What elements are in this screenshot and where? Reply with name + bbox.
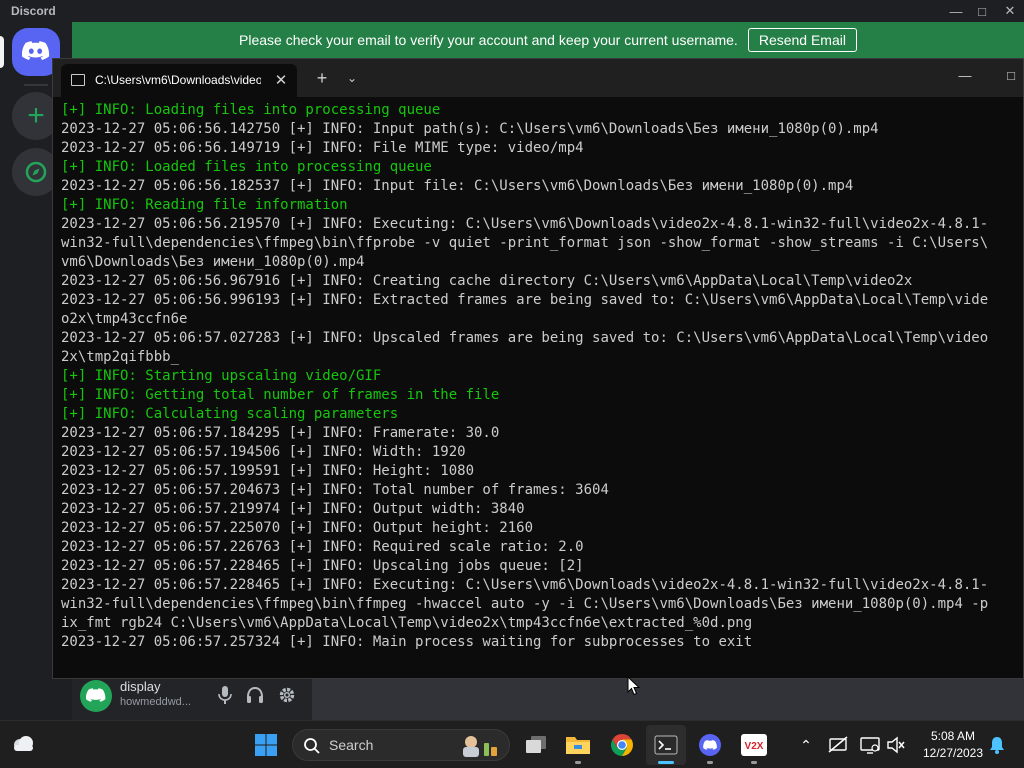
terminal-window: C:\Users\vm6\Downloads\video2x-4.8.1-win… [52, 58, 1024, 679]
terminal-maximize-button[interactable]: □ [997, 63, 1023, 87]
rail-separator [24, 84, 48, 86]
taskbar-search[interactable]: Search [292, 729, 510, 761]
video2x-icon: V2X [741, 734, 767, 756]
terminal-line: 2023-12-27 05:06:57.194506 [+] INFO: Wid… [61, 444, 466, 460]
terminal-line: 2023-12-27 05:06:57.199591 [+] INFO: Hei… [61, 463, 475, 479]
terminal-line: 2023-12-27 05:06:57.204673 [+] INFO: Tot… [61, 482, 609, 498]
terminal-line: 2023-12-27 05:06:57.226763 [+] INFO: Req… [61, 539, 584, 555]
clock-date[interactable]: 12/27/2023 [918, 746, 988, 760]
terminal-tab-bar: C:\Users\vm6\Downloads\video2x-4.8.1-win… [53, 59, 1023, 97]
terminal-line: 2023-12-27 05:06:57.225070 [+] INFO: Out… [61, 520, 534, 536]
chrome-button[interactable] [602, 725, 642, 765]
weather-cloud-icon[interactable] [10, 733, 36, 755]
terminal-line: 2023-12-27 05:06:56.149719 [+] INFO: Fil… [61, 140, 584, 156]
video2x-label: V2X [745, 741, 764, 752]
verify-email-banner: Please check your email to verify your a… [72, 22, 1024, 58]
user-panel: display howmeddwd... [72, 672, 312, 720]
terminal-line: [+] INFO: Starting upscaling video/GIF [61, 368, 382, 384]
folder-icon [566, 737, 590, 754]
new-tab-button[interactable]: + [311, 67, 333, 89]
terminal-line: 2023-12-27 05:06:56.967916 [+] INFO: Cre… [61, 273, 913, 289]
terminal-line: 2023-12-27 05:06:56.182537 [+] INFO: Inp… [61, 178, 854, 194]
terminal-line: o2x\tmp43ccfn6e [61, 311, 188, 327]
terminal-line: ix_fmt rgb24 C:\Users\vm6\AppData\Local\… [61, 615, 753, 631]
microphone-icon[interactable] [214, 684, 236, 706]
running-indicator [707, 761, 713, 764]
start-button[interactable] [246, 725, 286, 765]
notification-bell-icon[interactable] [986, 734, 1008, 756]
running-indicator [751, 761, 757, 764]
discord-taskbar-icon [699, 734, 721, 756]
terminal-line: win32-full\dependencies\ffmpeg\bin\ffpro… [61, 235, 989, 251]
headphones-icon[interactable] [244, 684, 266, 706]
avatar[interactable] [80, 680, 112, 712]
gear-icon[interactable] [276, 684, 298, 706]
terminal-app-button[interactable] [646, 725, 686, 765]
network-disconnected-icon[interactable] [828, 735, 848, 755]
terminal-line: [+] INFO: Reading file information [61, 197, 348, 213]
terminal-line: win32-full\dependencies\ffmpeg\bin\ffmpe… [61, 596, 989, 612]
task-view-icon [526, 736, 546, 753]
user-display-name[interactable]: display [120, 679, 160, 694]
mouse-pointer-icon [627, 676, 641, 696]
taskbar: Search V2X ⌃ 5:08 AM 12/27/2023 [0, 720, 1024, 768]
terminal-line: [+] INFO: Loading files into processing … [61, 102, 441, 118]
terminal-minimize-button[interactable]: — [951, 63, 979, 87]
terminal-line: 2023-12-27 05:06:56.996193 [+] INFO: Ext… [61, 292, 989, 308]
discord-title: Discord [11, 4, 56, 18]
terminal-line: [+] INFO: Getting total number of frames… [61, 387, 500, 403]
discord-titlebar: Discord — □ ✕ [0, 0, 1024, 22]
video2x-app-button[interactable]: V2X [734, 725, 774, 765]
discord-avatar-icon [86, 688, 106, 702]
windows-logo-icon [255, 734, 277, 756]
compass-icon [25, 161, 47, 183]
display-icon[interactable] [860, 735, 880, 755]
minimize-button[interactable]: — [942, 0, 970, 22]
chevron-down-icon[interactable]: ⌄ [341, 67, 363, 89]
task-view-button[interactable] [516, 725, 556, 765]
terminal-line: 2023-12-27 05:06:57.228465 [+] INFO: Exe… [61, 577, 989, 593]
chrome-icon [611, 734, 633, 756]
running-indicator [575, 761, 581, 764]
search-highlight-icon [463, 736, 497, 757]
terminal-line: 2023-12-27 05:06:57.257324 [+] INFO: Mai… [61, 634, 753, 650]
terminal-line: 2023-12-27 05:06:57.219974 [+] INFO: Out… [61, 501, 525, 517]
terminal-line: [+] INFO: Loaded files into processing q… [61, 159, 432, 175]
plus-icon: + [27, 99, 45, 132]
selected-pill [0, 36, 4, 68]
discord-app-button[interactable] [690, 725, 730, 765]
chevron-up-icon[interactable]: ⌃ [786, 725, 826, 765]
discord-logo-icon [22, 41, 50, 60]
search-label: Search [329, 737, 374, 753]
terminal-tab-icon [71, 74, 85, 86]
verify-message: Please check your email to verify your a… [239, 32, 738, 48]
close-tab-icon[interactable]: ✕ [271, 70, 291, 90]
terminal-line: 2x\tmp2qifbbb_ [61, 349, 180, 365]
file-explorer-button[interactable] [558, 725, 598, 765]
terminal-line: [+] INFO: Calculating scaling parameters [61, 406, 399, 422]
terminal-line: 2023-12-27 05:06:57.027283 [+] INFO: Ups… [61, 330, 989, 346]
user-status: howmeddwd... [120, 696, 191, 708]
close-button[interactable]: ✕ [996, 0, 1024, 22]
clock-time[interactable]: 5:08 AM [918, 729, 988, 743]
terminal-line: vm6\Downloads\Без имени_1080p(0).mp4 [61, 254, 365, 270]
terminal-icon [654, 735, 678, 755]
active-indicator [658, 761, 674, 764]
speaker-muted-icon[interactable] [886, 735, 906, 755]
terminal-output[interactable]: [+] INFO: Loading files into processing … [61, 101, 1023, 677]
terminal-tab-title: C:\Users\vm6\Downloads\video2x-4.8.1-win… [95, 73, 261, 87]
maximize-button[interactable]: □ [968, 0, 996, 22]
resend-email-button[interactable]: Resend Email [747, 28, 857, 52]
terminal-line: 2023-12-27 05:06:56.219570 [+] INFO: Exe… [61, 216, 989, 232]
terminal-line: 2023-12-27 05:06:57.228465 [+] INFO: Ups… [61, 558, 584, 574]
terminal-line: 2023-12-27 05:06:57.184295 [+] INFO: Fra… [61, 425, 500, 441]
terminal-line: 2023-12-27 05:06:56.142750 [+] INFO: Inp… [61, 121, 879, 137]
search-icon [304, 738, 320, 754]
terminal-tab[interactable]: C:\Users\vm6\Downloads\video2x-4.8.1-win… [61, 64, 297, 97]
